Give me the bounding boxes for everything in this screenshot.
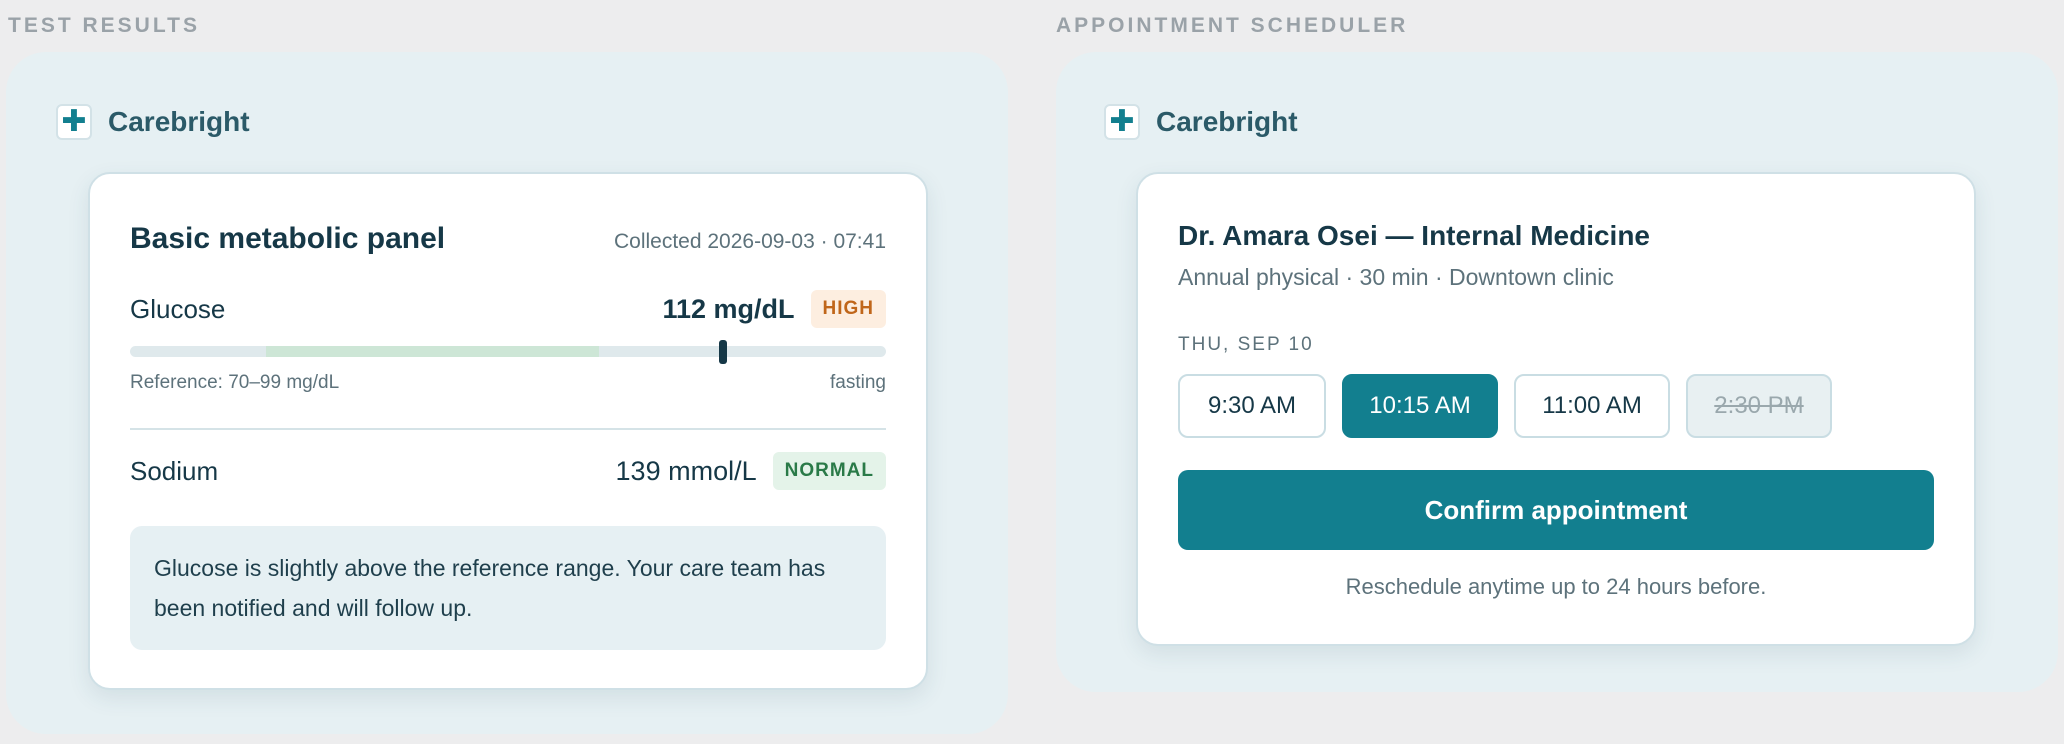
- doctor-name: Dr. Amara Osei — Internal Medicine: [1178, 220, 1651, 251]
- brand: ✚ Carebright: [56, 104, 250, 140]
- brand: ✚ Carebright: [1104, 104, 1298, 140]
- section-label-scheduler: APPOINTMENT SCHEDULER: [1056, 14, 1409, 37]
- appointment-details: Annual physical · 30 min · Downtown clin…: [1178, 264, 1614, 290]
- glucose-normal-range: [266, 346, 599, 357]
- glucose-value-marker: [719, 340, 728, 364]
- status-badge-high: HIGH: [810, 290, 886, 328]
- reschedule-note: Reschedule anytime up to 24 hours before…: [1345, 574, 1767, 599]
- result-note: Glucose is slightly above the reference …: [130, 526, 886, 650]
- confirm-appointment-button[interactable]: Confirm appointment: [1178, 470, 1934, 550]
- time-slot-unavailable: 2:30 PM: [1686, 374, 1832, 438]
- scheduler-panel: ✚ Carebright Dr. Amara Osei — Internal M…: [1056, 52, 2058, 692]
- collected-timestamp: Collected 2026-09-03 · 07:41: [613, 230, 886, 253]
- status-badge-normal: NORMAL: [772, 452, 886, 490]
- divider: [130, 428, 886, 430]
- time-slots: 9:30 AM 10:15 AM 11:00 AM 2:30 PM: [1178, 374, 1848, 438]
- cross-logo-icon: ✚: [56, 104, 92, 140]
- test-results-card: Basic metabolic panel Collected 2026-09-…: [88, 172, 928, 690]
- brand-name: Carebright: [1156, 106, 1298, 137]
- time-slot[interactable]: 9:30 AM: [1178, 374, 1326, 438]
- day-label: THU, SEP 10: [1178, 334, 1314, 355]
- time-slot-selected[interactable]: 10:15 AM: [1342, 374, 1498, 438]
- time-slot[interactable]: 11:00 AM: [1514, 374, 1670, 438]
- glucose-row: Glucose 112 mg/dL HIGH: [130, 290, 886, 328]
- brand-name: Carebright: [108, 106, 250, 137]
- glucose-reference: Reference: 70–99 mg/dL: [130, 372, 340, 393]
- glucose-range-bar: [130, 340, 886, 364]
- cross-logo-icon: ✚: [1104, 104, 1140, 140]
- glucose-label: Glucose: [130, 293, 226, 324]
- glucose-condition: fasting: [830, 372, 886, 393]
- sodium-value: 139 mmol/L: [615, 455, 757, 486]
- sodium-row: Sodium 139 mmol/L NORMAL: [130, 452, 886, 490]
- panel-title: Basic metabolic panel: [130, 222, 446, 255]
- scheduler-card: Dr. Amara Osei — Internal Medicine Annua…: [1136, 172, 1976, 646]
- test-results-panel: ✚ Carebright Basic metabolic panel Colle…: [6, 52, 1008, 734]
- glucose-value: 112 mg/dL: [662, 293, 795, 324]
- section-label-test-results: TEST RESULTS: [8, 14, 200, 37]
- sodium-label: Sodium: [130, 455, 219, 486]
